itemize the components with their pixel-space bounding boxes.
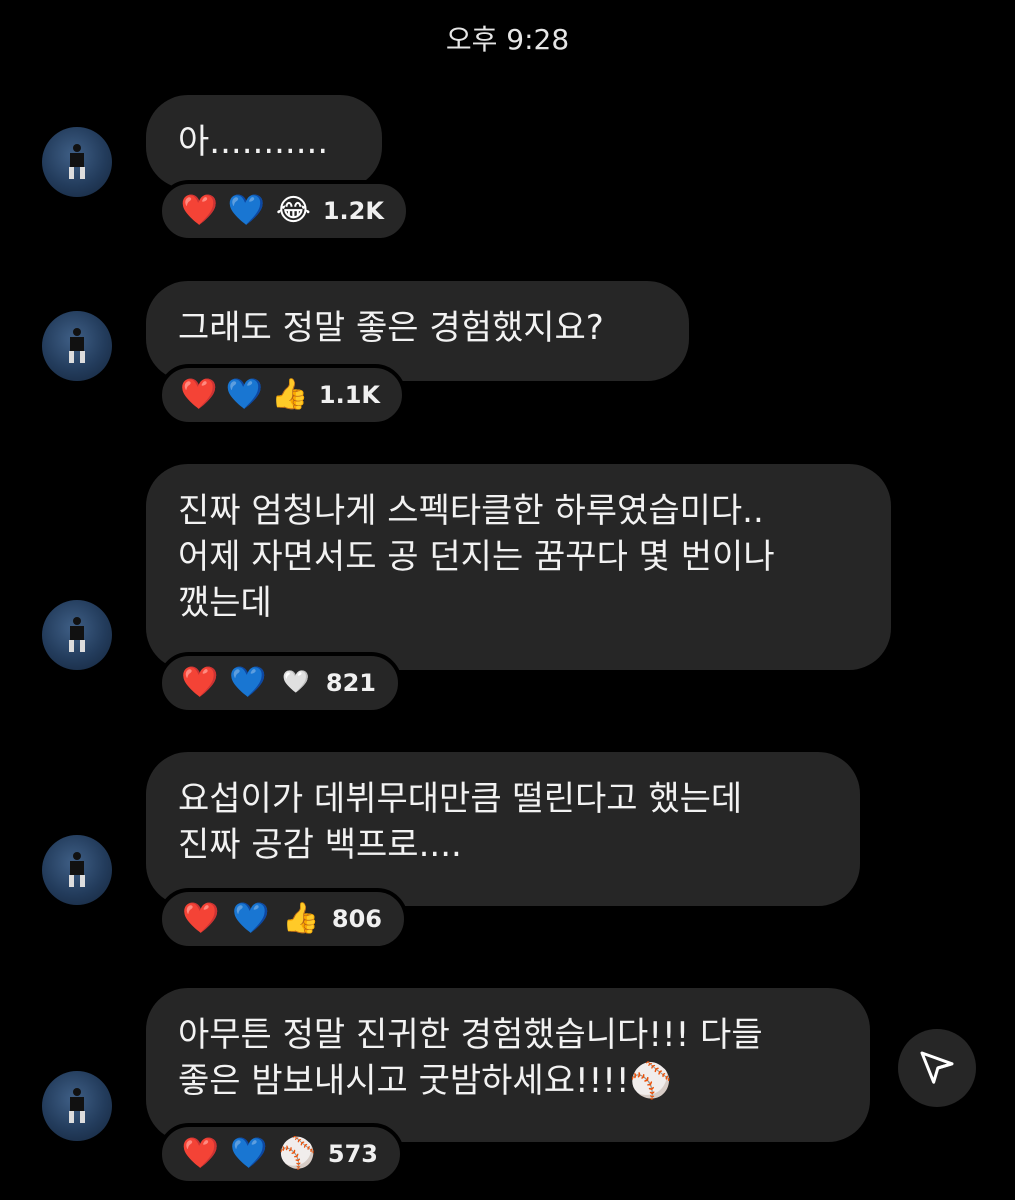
message-text: 깼는데	[178, 583, 272, 623]
avatar[interactable]	[42, 835, 112, 905]
blue-heart-icon: 💙	[232, 901, 270, 936]
blue-heart-icon: 💙	[225, 377, 264, 412]
message-text: 어제 자면서도 공 던지는 꿈꾸다 몇 번이나	[178, 537, 775, 577]
reaction-count: 821	[325, 669, 377, 697]
message-bubble[interactable]: 아무튼 정말 진귀한 경험했습니다!!! 다들 좋은 밤보내시고 굿밤하세요!!…	[146, 988, 870, 1142]
blue-heart-icon: 💙	[230, 1136, 268, 1171]
red-heart-icon: ❤️	[181, 1136, 219, 1171]
thumbs-up-icon: 👍	[271, 377, 309, 412]
avatar-figure-icon	[69, 1088, 85, 1123]
blue-heart-icon: 💙	[227, 193, 266, 228]
laughing-tears-icon: 😂	[275, 193, 311, 228]
reaction-bar[interactable]: ❤️ 💙 👍 806	[158, 888, 408, 950]
avatar[interactable]	[42, 600, 112, 670]
avatar-figure-icon	[69, 144, 85, 179]
chat-timestamp: 오후 9:28	[445, 23, 570, 56]
send-icon	[920, 1051, 954, 1084]
reaction-count: 1.1K	[318, 381, 380, 409]
avatar[interactable]	[42, 311, 112, 381]
avatar[interactable]	[42, 1071, 112, 1141]
avatar-figure-icon	[69, 328, 85, 363]
white-heart-icon: 🤍	[282, 670, 310, 695]
red-heart-icon: ❤️	[180, 193, 219, 228]
message-text: 좋은 밤보내시고 굿밤하세요!!!!⚾	[178, 1061, 672, 1101]
message-text: 아...........	[178, 122, 329, 162]
reaction-count: 1.2K	[322, 197, 384, 225]
message-bubble[interactable]: 요섭이가 데뷔무대만큼 떨린다고 했는데 진짜 공감 백프로....	[146, 752, 860, 906]
share-button[interactable]	[898, 1029, 976, 1107]
reaction-bar[interactable]: ❤️ 💙 🤍 821	[158, 652, 402, 714]
avatar-figure-icon	[69, 617, 85, 652]
blue-heart-icon: 💙	[229, 665, 267, 700]
message-text: 아무튼 정말 진귀한 경험했습니다!!! 다들	[178, 1015, 763, 1055]
reaction-count: 573	[327, 1140, 378, 1168]
message-text: 요섭이가 데뷔무대만큼 떨린다고 했는데	[178, 779, 743, 819]
message-bubble[interactable]: 아...........	[146, 95, 382, 189]
reaction-bar[interactable]: ❤️ 💙 👍 1.1K	[158, 364, 406, 426]
thumbs-up-icon: 👍	[282, 901, 320, 936]
reaction-bar[interactable]: ❤️ 💙 😂 1.2K	[158, 180, 410, 242]
red-heart-icon: ❤️	[181, 665, 219, 700]
avatar[interactable]	[42, 127, 112, 197]
avatar-figure-icon	[69, 852, 85, 887]
reaction-bar[interactable]: ❤️ 💙 ⚾ 573	[158, 1123, 404, 1185]
message-text: 그래도 정말 좋은 경험했지요?	[178, 308, 604, 348]
baseball-icon: ⚾	[278, 1136, 317, 1171]
reaction-count: 806	[331, 905, 383, 933]
message-bubble[interactable]: 진짜 엄청나게 스펙타클한 하루였습미다.. 어제 자면서도 공 던지는 꿈꾸다…	[146, 464, 891, 670]
message-text: 진짜 공감 백프로....	[178, 825, 462, 865]
red-heart-icon: ❤️	[180, 377, 218, 412]
red-heart-icon: ❤️	[182, 901, 220, 936]
message-text: 진짜 엄청나게 스펙타클한 하루였습미다..	[178, 491, 764, 531]
